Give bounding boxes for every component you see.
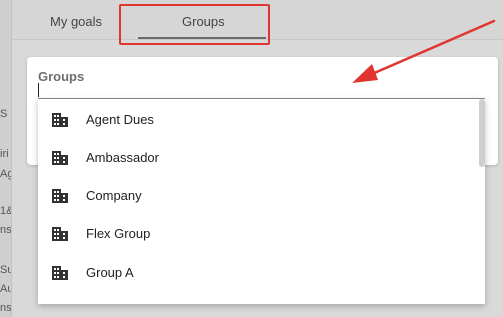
dropdown-option[interactable]: Ambassador: [38, 138, 479, 176]
dropdown-option-partial[interactable]: [38, 291, 479, 304]
dropdown-option[interactable]: Agent Dues: [38, 100, 479, 138]
background-text-fragment: ns: [0, 302, 12, 314]
background-text-fragment: iri: [0, 148, 9, 160]
dropdown-option-label: Ambassador: [86, 149, 159, 165]
dropdown-option[interactable]: Group A: [38, 253, 479, 291]
text-caret: [38, 83, 39, 97]
building-icon: [52, 189, 68, 203]
background-text-fragment: 1&: [0, 205, 11, 217]
dropdown-option-label: Agent Dues: [86, 111, 154, 127]
background-text-fragment: S: [0, 108, 8, 120]
dropdown-option[interactable]: Flex Group: [38, 214, 479, 252]
annotation-highlight-box: [119, 4, 270, 45]
background-text-fragment: ns: [0, 224, 12, 236]
building-icon: [52, 151, 68, 165]
building-icon: [52, 227, 68, 241]
dropdown-scrollbar[interactable]: [479, 99, 485, 167]
background-page-strip: S iri Ag 1& ns Su Au ns: [0, 0, 12, 317]
background-text-fragment: Ag: [0, 168, 11, 180]
groups-field-label: Groups: [38, 69, 85, 84]
dropdown-option[interactable]: Company: [38, 176, 479, 214]
background-text-fragment: Au: [0, 283, 11, 295]
dropdown-option-label: Flex Group: [86, 225, 151, 241]
groups-dropdown-list[interactable]: Agent Dues Ambassador Company Flex Group…: [38, 99, 485, 304]
tab-my-goals[interactable]: My goals: [50, 14, 102, 29]
background-text-fragment: Su: [0, 264, 11, 276]
dropdown-option-label: Group A: [86, 264, 134, 280]
building-icon: [52, 113, 68, 127]
building-icon: [52, 266, 68, 280]
dropdown-option-label: Company: [86, 187, 142, 203]
